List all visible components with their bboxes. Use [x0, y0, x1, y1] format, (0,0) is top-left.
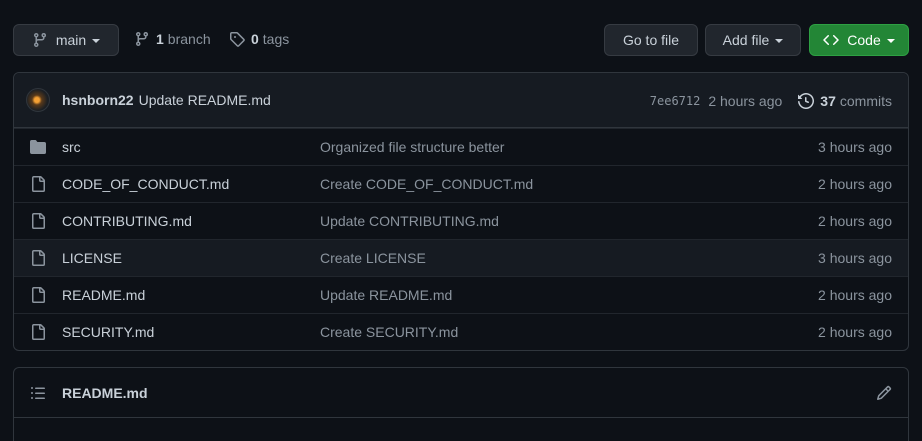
avatar[interactable] — [26, 88, 50, 112]
file-age: 3 hours ago — [818, 250, 892, 266]
code-button[interactable]: Code — [809, 24, 909, 56]
readme-title[interactable]: README.md — [62, 385, 148, 401]
go-to-file-button[interactable]: Go to file — [604, 24, 698, 56]
file-row-license[interactable]: LICENSE Create LICENSE 3 hours ago — [14, 239, 908, 276]
commit-sha[interactable]: 7ee6712 — [650, 94, 701, 108]
commit-count: 37 — [820, 92, 836, 109]
file-age: 3 hours ago — [818, 139, 892, 155]
commits-history-link[interactable]: 37 commits — [798, 93, 892, 109]
file-age: 2 hours ago — [818, 213, 892, 229]
file-commit-message[interactable]: Update README.md — [320, 287, 452, 303]
file-row-contributing[interactable]: CONTRIBUTING.md Update CONTRIBUTING.md 2… — [14, 202, 908, 239]
file-row-readme[interactable]: README.md Update README.md 2 hours ago — [14, 276, 908, 313]
pencil-icon[interactable] — [876, 385, 892, 401]
branch-count: 1 — [156, 31, 164, 47]
file-name[interactable]: SECURITY.md — [62, 324, 320, 340]
file-icon — [30, 287, 46, 303]
tag-icon — [230, 32, 245, 47]
commit-time: 2 hours ago — [708, 92, 783, 109]
file-icon — [30, 213, 46, 229]
commit-count-label: commits — [839, 92, 892, 109]
file-commit-message[interactable]: Create SECURITY.md — [320, 324, 458, 340]
chevron-down-icon — [92, 39, 101, 43]
branch-select-button[interactable]: main — [13, 24, 119, 56]
code-icon — [823, 34, 840, 46]
file-icon — [30, 250, 46, 266]
history-icon — [798, 92, 815, 109]
file-commit-message[interactable]: Update CONTRIBUTING.md — [320, 213, 499, 229]
git-branch-icon — [33, 33, 46, 48]
file-row-src[interactable]: src Organized file structure better 3 ho… — [14, 128, 908, 165]
readme-panel: README.md — [13, 367, 909, 441]
file-row-security[interactable]: SECURITY.md Create SECURITY.md 2 hours a… — [14, 313, 908, 350]
tag-count: 0 — [251, 31, 259, 47]
tags-link[interactable]: 0 tags — [229, 31, 289, 47]
add-file-label: Add file — [722, 32, 770, 48]
file-commit-message[interactable]: Organized file structure better — [320, 139, 504, 155]
tag-label: tags — [262, 31, 290, 47]
file-name[interactable]: LICENSE — [62, 250, 320, 266]
readme-header: README.md — [14, 368, 908, 418]
file-age: 2 hours ago — [818, 287, 892, 303]
file-icon — [30, 324, 46, 340]
chevron-down-icon — [886, 39, 895, 43]
commit-message[interactable]: Update README.md — [139, 92, 271, 108]
file-name[interactable]: src — [62, 139, 320, 155]
branch-label: branch — [167, 31, 211, 47]
file-name[interactable]: README.md — [62, 287, 320, 303]
commit-author[interactable]: hsnborn22 — [62, 92, 134, 108]
file-commit-message[interactable]: Create CODE_OF_CONDUCT.md — [320, 176, 533, 192]
list-unordered-icon[interactable] — [30, 385, 46, 401]
file-name[interactable]: CONTRIBUTING.md — [62, 213, 320, 229]
git-branch-icon — [135, 32, 148, 47]
file-icon — [30, 176, 46, 192]
go-to-file-label: Go to file — [622, 32, 680, 48]
file-row-code-of-conduct[interactable]: CODE_OF_CONDUCT.md Create CODE_OF_CONDUC… — [14, 165, 908, 202]
file-browser: hsnborn22 Update README.md 7ee6712 2 hou… — [13, 72, 909, 351]
branches-link[interactable]: 1 branch — [134, 31, 211, 47]
chevron-down-icon — [775, 39, 784, 43]
code-label: Code — [847, 32, 881, 48]
folder-icon — [30, 139, 46, 155]
branch-name: main — [55, 32, 87, 48]
file-name[interactable]: CODE_OF_CONDUCT.md — [62, 176, 320, 192]
add-file-button[interactable]: Add file — [705, 24, 801, 56]
file-age: 2 hours ago — [818, 176, 892, 192]
file-age: 2 hours ago — [818, 324, 892, 340]
file-commit-message[interactable]: Create LICENSE — [320, 250, 426, 266]
latest-commit-bar: hsnborn22 Update README.md 7ee6712 2 hou… — [14, 73, 908, 128]
